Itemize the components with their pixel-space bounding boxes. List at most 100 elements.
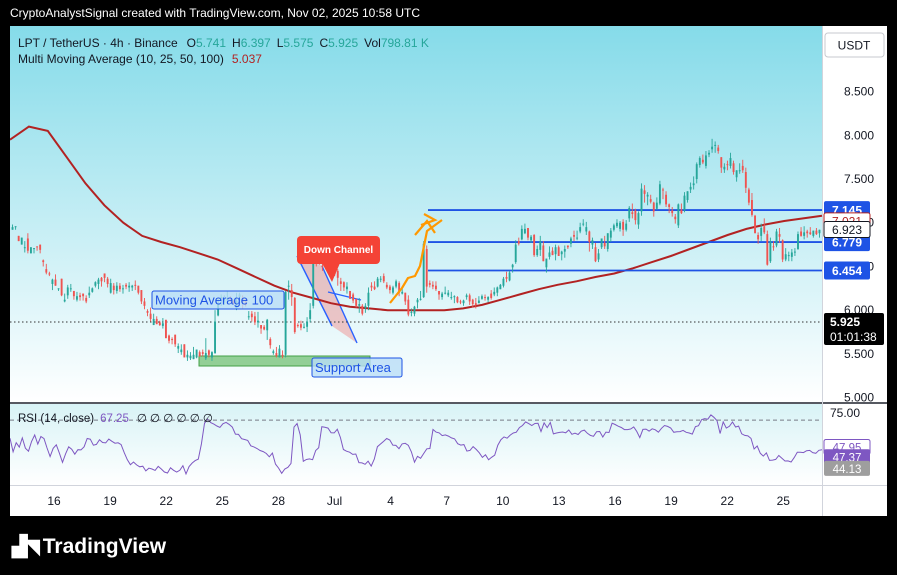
rsi-label: RSI (14, close) [18,413,94,425]
candle-body [708,152,710,155]
candle-body [26,238,29,251]
candle-body [263,326,266,330]
symbol-label: LPT / TetherUS · 4h · Binance [18,36,178,50]
candle-body [502,278,505,286]
candle-body [407,299,410,315]
candle-body [726,164,729,166]
candle-body [72,290,75,297]
candle-body [637,213,640,225]
candle-body [775,231,778,246]
candle-body [490,293,493,298]
candle-body [125,284,128,287]
candle-body [582,223,585,225]
candle-body [711,146,714,150]
candle-body [668,204,671,208]
candle-body [732,163,735,173]
candle-body [511,264,514,268]
price-tick-label: 5.000 [844,391,874,405]
candle-body [441,293,444,298]
candle-body [303,326,305,328]
candle-body [76,296,78,300]
time-tick-label: 22 [721,494,735,508]
candle-body [588,231,591,242]
candle-body [523,228,526,234]
candle-body [520,228,523,240]
price-tick-label: 7.500 [844,172,874,186]
candle-body [655,202,658,209]
candle-body [487,297,490,300]
candle-body [459,301,462,303]
candle-body [484,297,486,299]
rsi-tag-label: 44.13 [833,464,862,476]
candle-body [444,292,447,294]
candle-body [747,189,750,203]
candle-body [818,229,821,234]
candle-body [195,349,198,358]
candle-body [539,241,542,250]
candle-body [447,292,450,296]
price-tick-label: 5.500 [844,347,874,361]
candle-body [471,299,474,305]
candle-body [548,252,551,257]
candle-body [364,305,367,309]
candle-body [149,313,152,319]
candle-body [686,191,689,201]
candle-body [388,286,391,291]
candle-body [293,297,296,333]
candle-body [634,210,637,221]
ma-indicator-value: 5.037 [232,52,262,66]
candle-body [250,313,253,318]
candle-body [631,212,634,214]
currency-button-label[interactable]: USDT [838,39,871,53]
level-tag-label: 6.454 [832,264,862,278]
rsi-value: 67.25 [100,413,129,425]
candle-body [54,279,57,286]
candle-body [576,237,579,239]
candle-body [146,311,149,313]
annotation-support-text: Support Area [315,360,392,375]
candle-body [103,273,106,278]
candle-body [554,247,557,255]
time-tick-label: 25 [216,494,230,508]
candle-body [692,183,695,186]
candle-body [395,281,398,287]
candle-body [652,202,655,212]
candle-body [431,284,434,287]
candle-body [778,234,781,237]
high-label: H [232,36,241,50]
candle-body [527,227,529,238]
candle-body [428,283,431,285]
currency-button[interactable]: USDT [824,32,885,58]
candle-body [94,282,97,286]
candle-body [284,291,287,355]
candle-body [536,248,539,256]
chart-svg[interactable]: 9.0008.5008.0007.5007.0006.5006.0005.500… [10,26,887,516]
candle-body [797,234,799,249]
candle-body [14,226,17,228]
candle-body [106,278,109,284]
candle-body [266,319,269,331]
time-tick-label: 25 [777,494,791,508]
candle-body [33,248,35,250]
candle-body [69,288,72,290]
candle-body [763,226,766,233]
current-price-tag-label: 6.923 [832,223,862,237]
candle-body [143,301,146,306]
candle-body [207,350,210,355]
candle-body [784,254,787,260]
chart-frame[interactable]: 9.0008.5008.0007.5007.0006.5006.0005.500… [10,26,887,516]
candle-body [573,234,575,237]
candle-body [63,299,66,302]
candle-body [296,325,299,327]
candle-body [530,236,533,241]
candle-body [287,285,290,287]
candle-body [23,247,26,249]
candle-body [275,353,278,356]
candle-body [616,222,618,227]
candle-body [416,299,419,303]
rsi-empty-values: ∅ ∅ ∅ ∅ ∅ ∅ [137,413,213,425]
candle-body [85,297,88,302]
annotation-support-area: Support Area [311,357,403,378]
time-axis-ticks: 16 19 22 25 28 Jul 4 7 10 13 16 19 22 25 [47,494,790,508]
open-label: O [187,36,196,50]
